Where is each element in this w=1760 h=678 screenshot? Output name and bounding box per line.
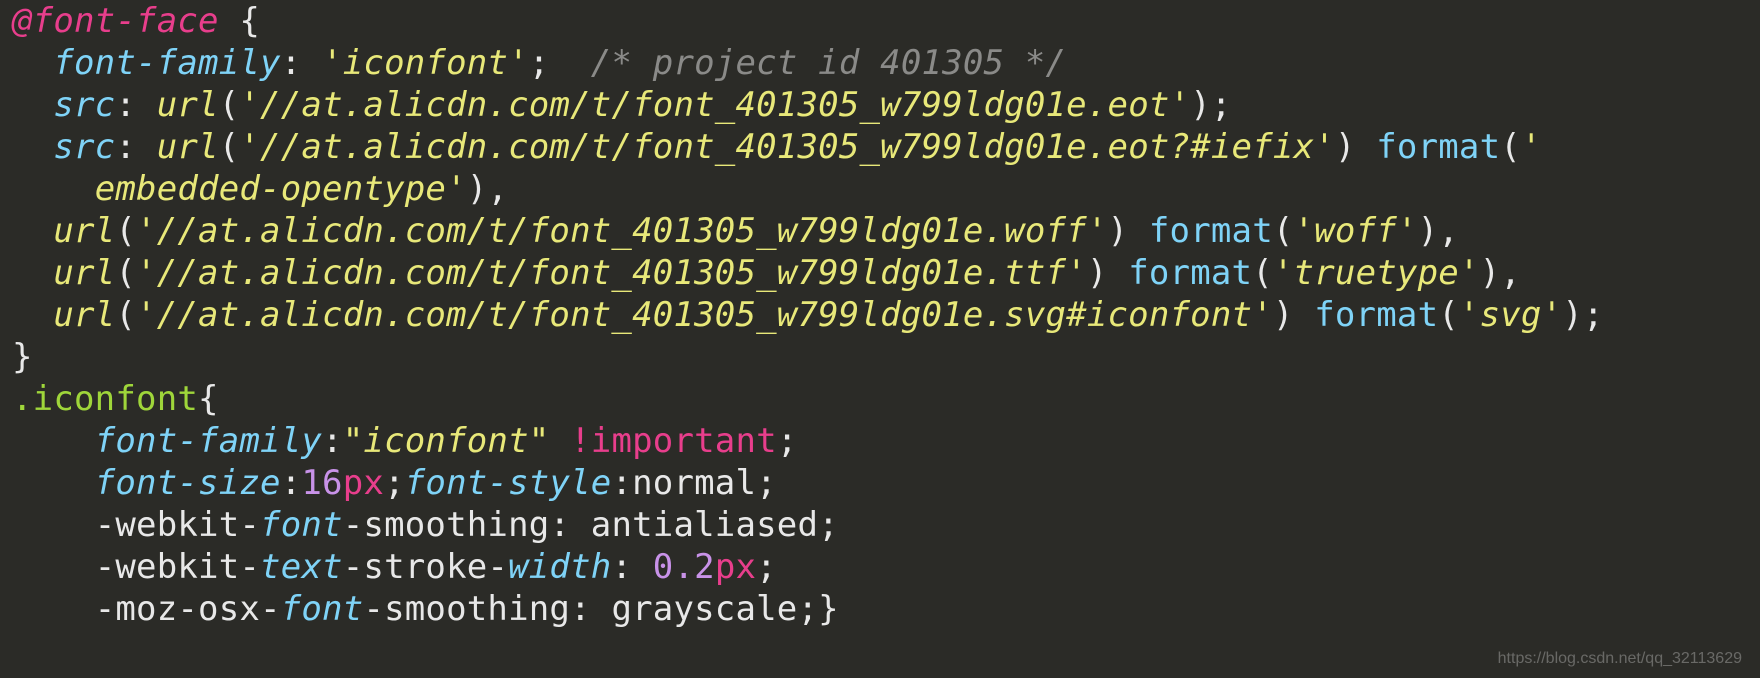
comment: /* project id 401305 */	[591, 43, 1066, 83]
func-url: url	[53, 211, 115, 251]
atrule: @font-face	[12, 1, 219, 41]
value: grayscale	[611, 589, 797, 629]
format-arg: 'truetype'	[1273, 253, 1480, 293]
prop-part: -smoothing	[343, 505, 550, 545]
format-arg: embedded-opentype'	[95, 169, 467, 209]
prop-part: font	[260, 505, 343, 545]
url: '//at.alicdn.com/t/font_401305_w799ldg01…	[136, 295, 1273, 335]
value: normal	[632, 463, 756, 503]
prop-part: font	[281, 589, 364, 629]
prop-font-style: font-style	[405, 463, 612, 503]
prop-font-family: font-family	[95, 421, 322, 461]
prop-part: -stroke-	[343, 547, 508, 587]
value: antialiased	[591, 505, 818, 545]
prop-part: -smoothing	[363, 589, 570, 629]
code-block: @font-face { font-family: 'iconfont'; /*…	[0, 0, 1760, 630]
url: '//at.alicdn.com/t/font_401305_w799ldg01…	[239, 85, 1190, 125]
prop-font-size: font-size	[95, 463, 281, 503]
format-arg: 'woff'	[1294, 211, 1418, 251]
url: '//at.alicdn.com/t/font_401305_w799ldg01…	[239, 127, 1335, 167]
unit: px	[715, 547, 756, 587]
vendor-prefix: -webkit-	[95, 547, 260, 587]
url: '//at.alicdn.com/t/font_401305_w799ldg01…	[136, 211, 1107, 251]
number: 16	[301, 463, 342, 503]
func-url: url	[157, 127, 219, 167]
prop-part: width	[508, 547, 611, 587]
selector: .iconfont	[12, 379, 198, 419]
prop-src: src	[53, 85, 115, 125]
prop-src: src	[53, 127, 115, 167]
prop-part: text	[260, 547, 343, 587]
func-format: format	[1376, 127, 1500, 167]
number: 0.2	[653, 547, 715, 587]
important: !important	[570, 421, 777, 461]
vendor-prefix: -webkit-	[95, 505, 260, 545]
func-format: format	[1149, 211, 1273, 251]
func-url: url	[53, 295, 115, 335]
string: "iconfont"	[343, 421, 550, 461]
prop-font-family: font-family	[53, 43, 280, 83]
vendor-prefix: -moz-osx-	[95, 589, 281, 629]
func-format: format	[1128, 253, 1252, 293]
url: '//at.alicdn.com/t/font_401305_w799ldg01…	[136, 253, 1087, 293]
unit: px	[343, 463, 384, 503]
format-arg: 'svg'	[1459, 295, 1562, 335]
func-url: url	[157, 85, 219, 125]
func-url: url	[53, 253, 115, 293]
func-format: format	[1314, 295, 1438, 335]
watermark: https://blog.csdn.net/qq_32113629	[1498, 650, 1742, 668]
string: 'iconfont'	[322, 43, 529, 83]
